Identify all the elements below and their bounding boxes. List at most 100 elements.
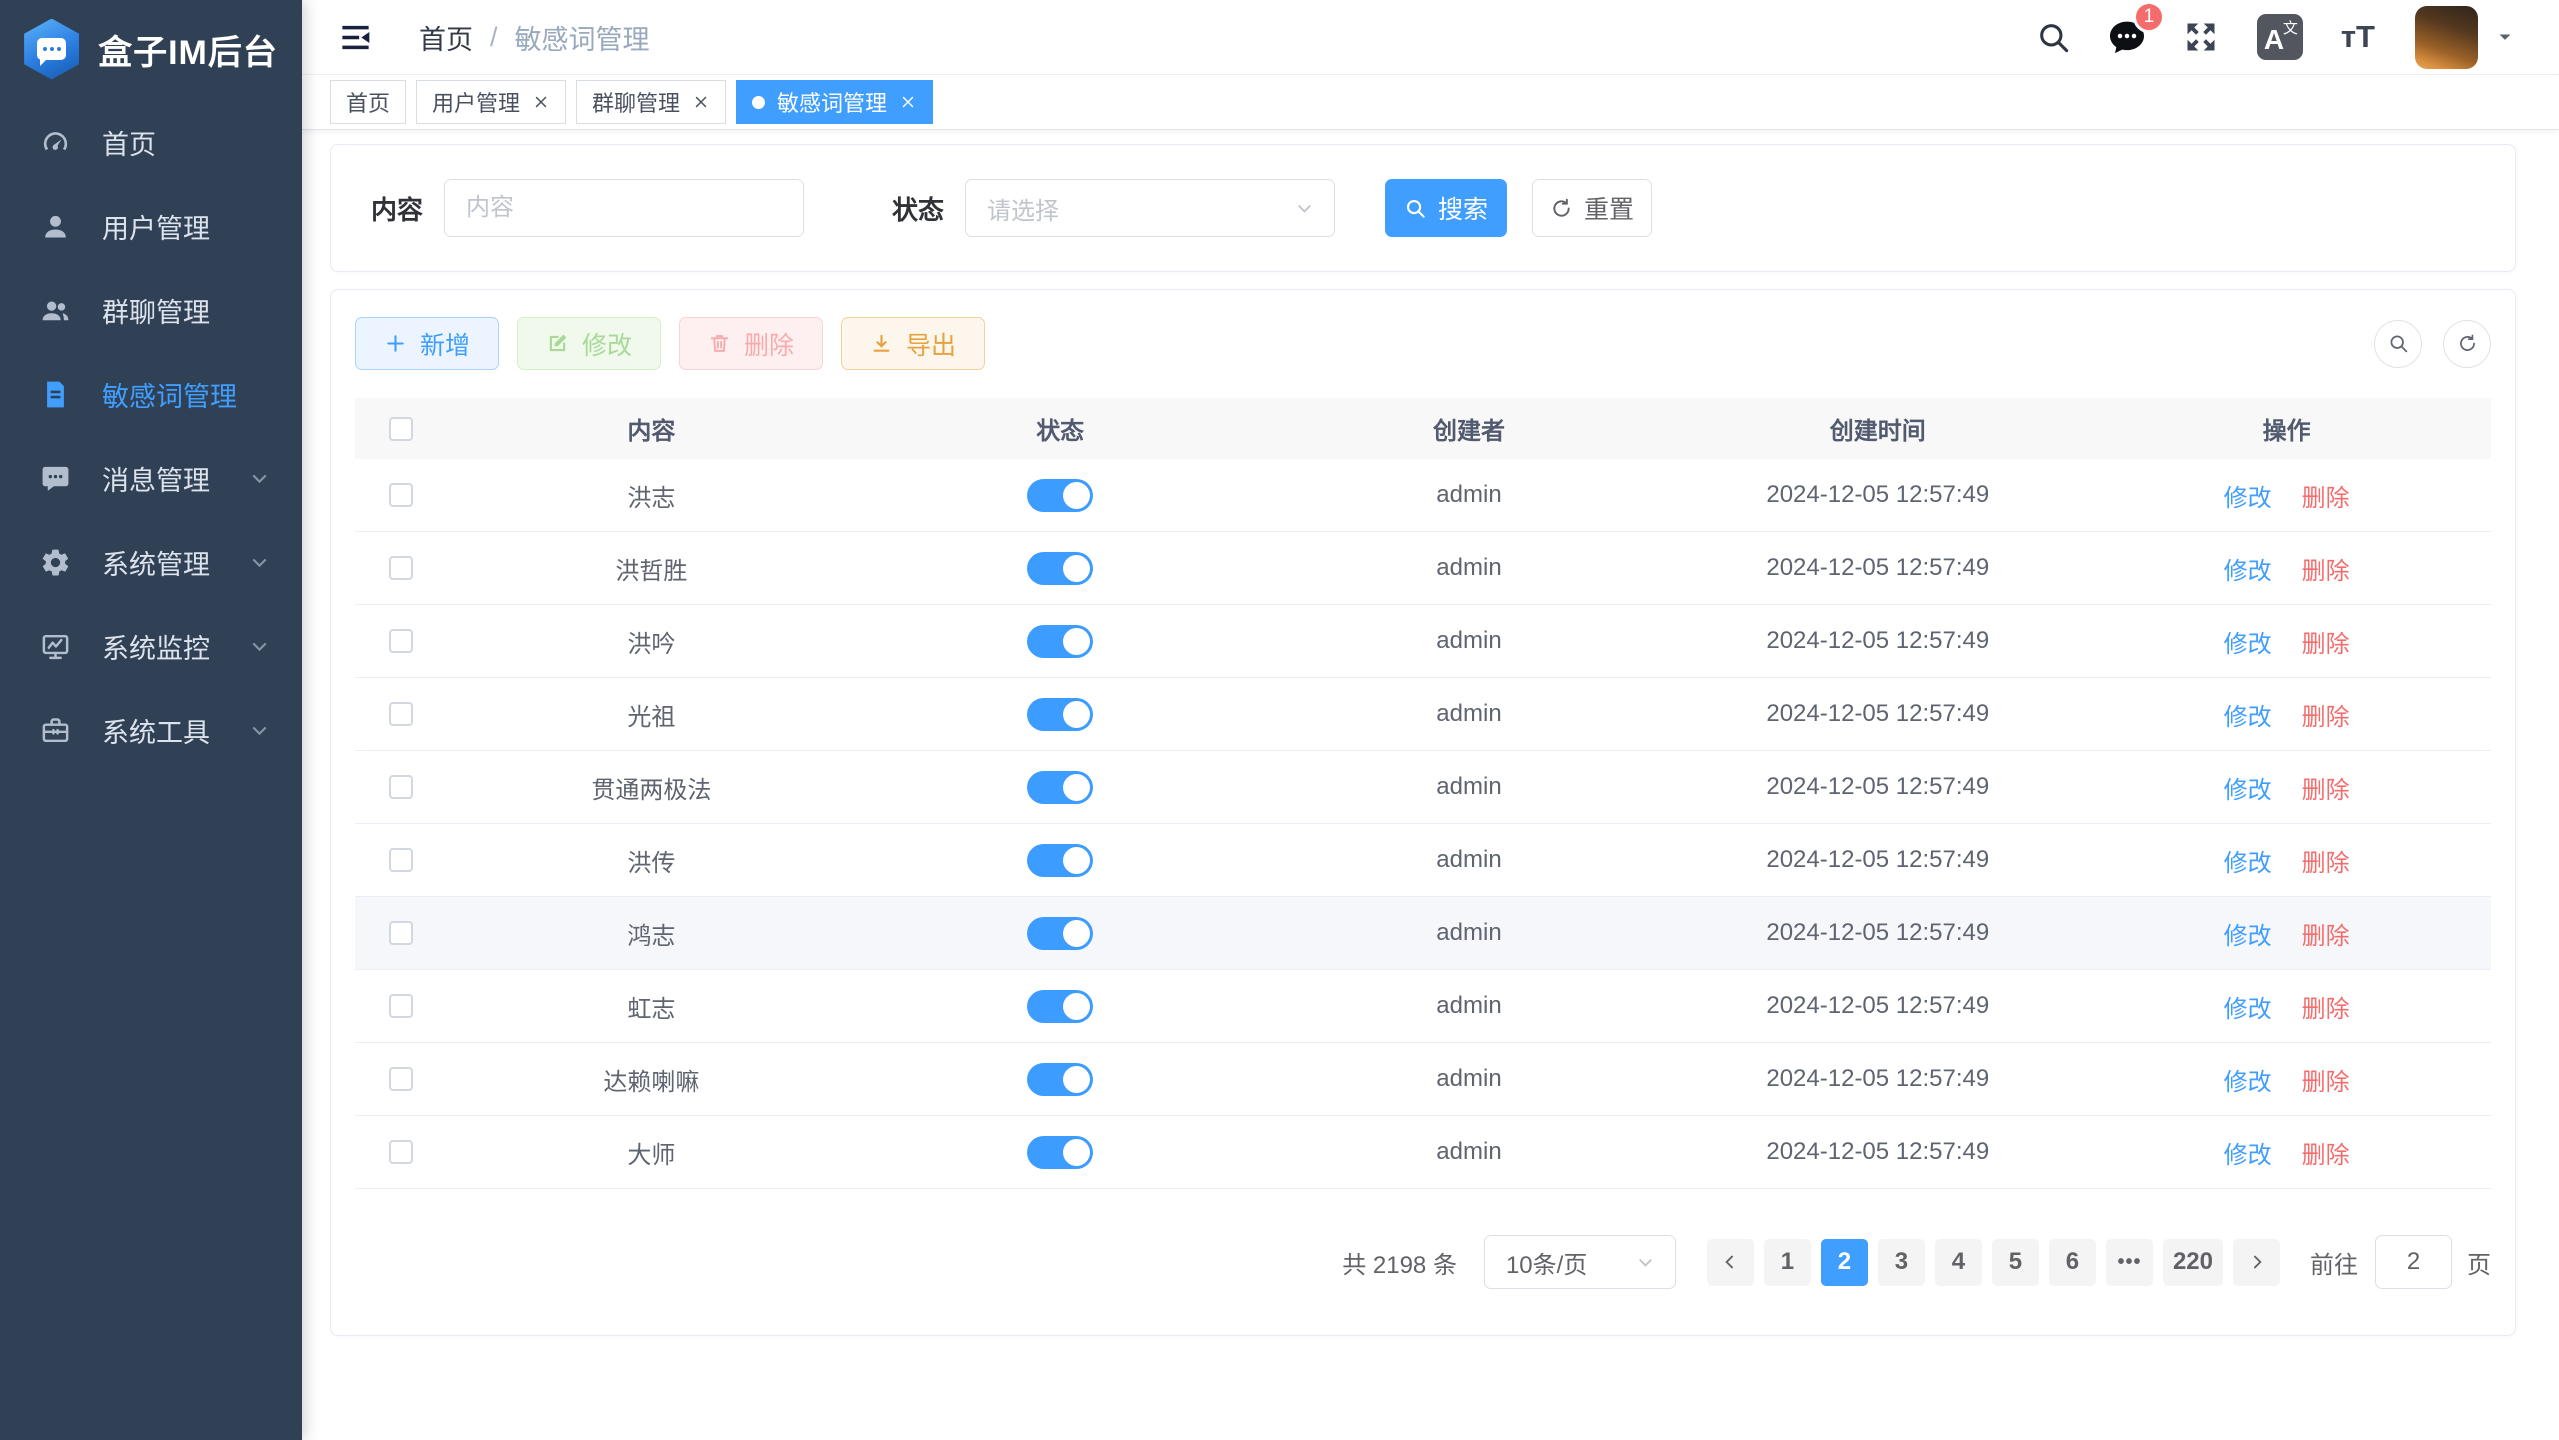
status-filter-select[interactable]: 请选择 <box>965 179 1335 237</box>
row-checkbox[interactable] <box>389 629 413 653</box>
export-button[interactable]: 导出 <box>841 317 985 370</box>
row-edit-link[interactable]: 修改 <box>2224 1135 2272 1170</box>
show-search-toggle-button[interactable] <box>2374 320 2422 368</box>
select-all-checkbox[interactable] <box>389 417 413 441</box>
close-tab-icon[interactable] <box>899 93 917 111</box>
row-checkbox[interactable] <box>389 702 413 726</box>
page-button-4[interactable]: 4 <box>1935 1239 1982 1286</box>
sidebar-item-system-monitor[interactable]: 系统监控 <box>0 604 302 688</box>
refresh-table-button[interactable] <box>2443 320 2491 368</box>
table-row: 光祖admin2024-12-05 12:57:49修改删除 <box>355 678 2491 751</box>
row-checkbox[interactable] <box>389 994 413 1018</box>
row-checkbox[interactable] <box>389 1067 413 1091</box>
tab-user-mgmt[interactable]: 用户管理 <box>416 80 566 124</box>
row-delete-link[interactable]: 删除 <box>2302 1062 2350 1097</box>
search-icon[interactable] <box>2036 20 2071 55</box>
row-edit-link[interactable]: 修改 <box>2224 916 2272 951</box>
row-checkbox[interactable] <box>389 556 413 580</box>
add-button[interactable]: 新增 <box>355 317 499 370</box>
row-edit-link[interactable]: 修改 <box>2224 478 2272 513</box>
status-toggle[interactable] <box>1027 552 1093 585</box>
font-size-icon[interactable]: тT <box>2341 19 2375 55</box>
page-button-3[interactable]: 3 <box>1878 1239 1925 1286</box>
row-edit-link[interactable]: 修改 <box>2224 989 2272 1024</box>
row-checkbox[interactable] <box>389 483 413 507</box>
row-checkbox[interactable] <box>389 848 413 872</box>
page-button-220[interactable]: 220 <box>2163 1239 2223 1286</box>
reset-button[interactable]: 重置 <box>1532 179 1652 237</box>
export-button-label: 导出 <box>906 326 956 362</box>
page-button-1[interactable]: 1 <box>1764 1239 1811 1286</box>
row-delete-link[interactable]: 删除 <box>2302 770 2350 805</box>
close-tab-icon[interactable] <box>692 93 710 111</box>
sidebar-item-message-mgmt[interactable]: 消息管理 <box>0 436 302 520</box>
search-button[interactable]: 搜索 <box>1385 179 1507 237</box>
translate-glyph-sub: 文 <box>2283 17 2298 38</box>
row-edit-link[interactable]: 修改 <box>2224 843 2272 878</box>
row-delete-link[interactable]: 删除 <box>2302 624 2350 659</box>
cell-created-time: 2024-12-05 12:57:49 <box>1673 554 2082 582</box>
row-edit-link[interactable]: 修改 <box>2224 697 2272 732</box>
table-row: 洪哲胜admin2024-12-05 12:57:49修改删除 <box>355 532 2491 605</box>
status-toggle[interactable] <box>1027 625 1093 658</box>
sidebar-item-group-mgmt[interactable]: 群聊管理 <box>0 268 302 352</box>
row-delete-link[interactable]: 删除 <box>2302 843 2350 878</box>
row-delete-link[interactable]: 删除 <box>2302 1135 2350 1170</box>
row-checkbox[interactable] <box>389 775 413 799</box>
row-edit-link[interactable]: 修改 <box>2224 624 2272 659</box>
tab-group-mgmt[interactable]: 群聊管理 <box>576 80 726 124</box>
page-size-select[interactable]: 10条/页 <box>1484 1235 1676 1289</box>
pagination-total: 共 2198 条 <box>1342 1245 1457 1280</box>
sidebar-item-system-tools[interactable]: 系统工具 <box>0 688 302 772</box>
page-button-2[interactable]: 2 <box>1821 1239 1868 1286</box>
row-edit-link[interactable]: 修改 <box>2224 1062 2272 1097</box>
breadcrumb-home[interactable]: 首页 <box>419 18 473 57</box>
prev-page-button[interactable] <box>1707 1239 1754 1286</box>
status-toggle[interactable] <box>1027 1136 1093 1169</box>
goto-page-input[interactable] <box>2375 1235 2452 1289</box>
status-filter: 状态 请选择 <box>892 179 1335 237</box>
close-tab-icon[interactable] <box>532 93 550 111</box>
page-button-5[interactable]: 5 <box>1992 1239 2039 1286</box>
row-delete-link[interactable]: 删除 <box>2302 551 2350 586</box>
sidebar-item-home[interactable]: 首页 <box>0 100 302 184</box>
row-delete-link[interactable]: 删除 <box>2302 478 2350 513</box>
edit-button[interactable]: 修改 <box>517 317 661 370</box>
status-toggle[interactable] <box>1027 917 1093 950</box>
row-delete-link[interactable]: 删除 <box>2302 697 2350 732</box>
row-checkbox[interactable] <box>389 921 413 945</box>
row-checkbox[interactable] <box>389 1140 413 1164</box>
row-edit-link[interactable]: 修改 <box>2224 770 2272 805</box>
messages-icon[interactable]: 1 <box>2107 17 2147 57</box>
tab-sensitive-words[interactable]: 敏感词管理 <box>736 80 933 124</box>
content-filter: 内容 <box>371 179 804 237</box>
next-page-button[interactable] <box>2233 1239 2280 1286</box>
user-avatar[interactable] <box>2415 6 2478 69</box>
user-menu-caret-icon[interactable] <box>2495 27 2515 47</box>
row-delete-link[interactable]: 删除 <box>2302 916 2350 951</box>
sidebar-item-sensitive-words[interactable]: 敏感词管理 <box>0 352 302 436</box>
sidebar-item-system-mgmt[interactable]: 系统管理 <box>0 520 302 604</box>
status-toggle[interactable] <box>1027 844 1093 877</box>
sidebar-menu: 首页用户管理群聊管理敏感词管理消息管理系统管理系统监控系统工具 <box>0 98 302 772</box>
status-toggle[interactable] <box>1027 771 1093 804</box>
status-toggle[interactable] <box>1027 698 1093 731</box>
tab-home[interactable]: 首页 <box>330 80 406 124</box>
pager-more-button[interactable]: ••• <box>2106 1239 2153 1286</box>
page-buttons: 123456•••220 <box>1764 1239 2223 1286</box>
status-toggle[interactable] <box>1027 479 1093 512</box>
translate-icon[interactable]: A 文 <box>2257 14 2303 60</box>
status-toggle[interactable] <box>1027 1063 1093 1096</box>
delete-button[interactable]: 删除 <box>679 317 823 370</box>
page-button-6[interactable]: 6 <box>2049 1239 2096 1286</box>
page-size-value: 10条/页 <box>1506 1245 1634 1280</box>
status-toggle[interactable] <box>1027 990 1093 1023</box>
sidebar-collapse-button[interactable] <box>338 20 373 55</box>
row-delete-link[interactable]: 删除 <box>2302 989 2350 1024</box>
row-edit-link[interactable]: 修改 <box>2224 551 2272 586</box>
sidebar-item-label: 用户管理 <box>102 207 210 246</box>
sidebar-item-user-mgmt[interactable]: 用户管理 <box>0 184 302 268</box>
table-row: 洪传admin2024-12-05 12:57:49修改删除 <box>355 824 2491 897</box>
fullscreen-icon[interactable] <box>2183 19 2219 55</box>
content-filter-input[interactable] <box>444 179 804 237</box>
